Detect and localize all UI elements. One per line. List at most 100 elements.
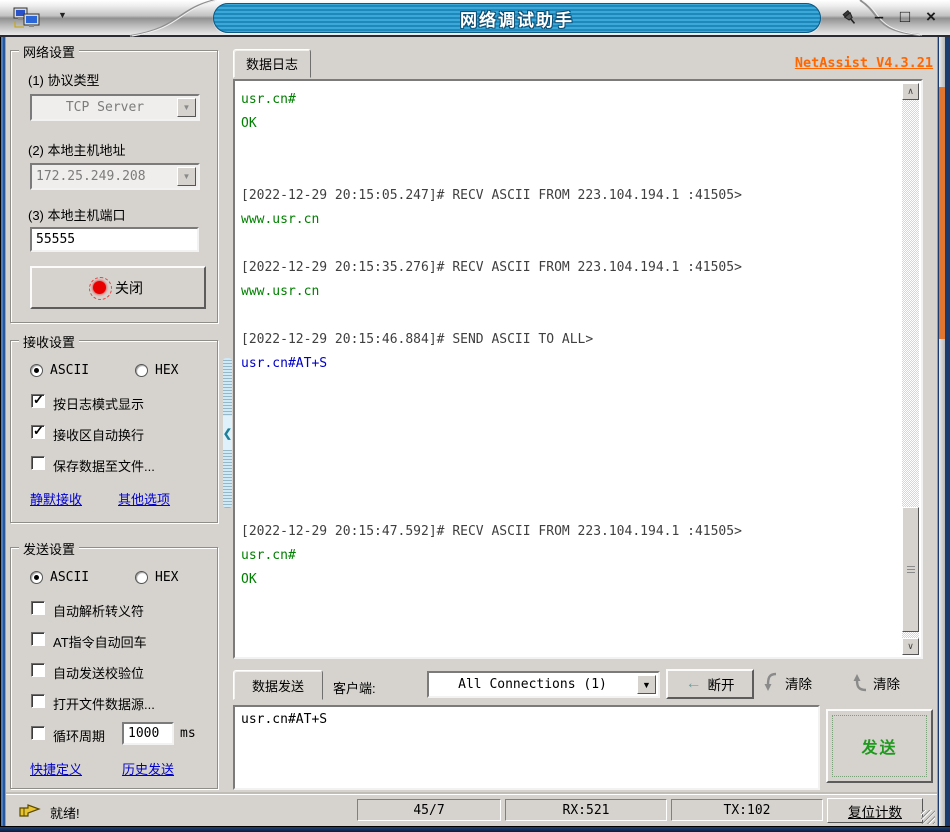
window-bottom-border [0, 826, 950, 832]
cycle-unit: ms [180, 726, 196, 741]
reset-count-button[interactable]: 复位计数 [827, 798, 923, 823]
host-label: (2) 本地主机地址 [28, 143, 126, 158]
status-count-panel: 45/7 [357, 799, 501, 821]
shortcut-define-link[interactable]: 快捷定义 [30, 759, 82, 778]
cycle-checkbox[interactable] [31, 726, 45, 740]
at-cr-checkbox[interactable] [31, 632, 45, 646]
close-button[interactable]: × [920, 4, 942, 30]
resize-grip[interactable] [921, 810, 935, 824]
connection-dropdown-icon[interactable]: ▼ [637, 675, 656, 694]
app-window: ▼ 网络调试助手 – □ × 网络设置 (1) 协议类型 TCP Server … [0, 0, 950, 832]
log-line: usr.cn# [241, 92, 296, 107]
save-to-file-checkbox[interactable] [31, 456, 45, 470]
disconnect-label: 断开 [707, 678, 735, 693]
clear-recv-button[interactable]: 清除 [763, 672, 812, 693]
scrollbar-thumb[interactable] [902, 507, 919, 632]
recv-hex-radio[interactable] [135, 364, 148, 377]
log-line: [2022-12-29 20:15:35.276]# RECV ASCII FR… [241, 260, 742, 275]
send-button[interactable]: 发送 [826, 709, 933, 783]
checksum-checkbox[interactable] [31, 663, 45, 677]
protocol-select[interactable]: TCP Server ▼ [30, 94, 200, 121]
log-mode-checkbox[interactable] [31, 392, 45, 408]
app-icon[interactable] [13, 7, 47, 31]
data-log-area[interactable]: usr.cn# OK [2022-12-29 20:15:05.247]# REC… [233, 79, 923, 659]
file-source-checkbox[interactable] [31, 694, 45, 708]
close-connection-label: 关闭 [115, 279, 143, 296]
recv-ascii-radio[interactable] [30, 364, 43, 377]
clear-recv-label: 清除 [785, 676, 812, 692]
log-scrollbar[interactable]: ∧ ∨ [902, 83, 919, 655]
send-button-label: 发送 [861, 740, 898, 757]
close-connection-button[interactable]: 关闭 [30, 266, 206, 309]
log-line: OK [241, 572, 257, 587]
host-select[interactable]: 172.25.249.208 ▼ [30, 163, 200, 190]
reset-count-label: 复位计数 [848, 804, 902, 820]
clear-send-label: 清除 [873, 676, 900, 692]
window-right-border [937, 37, 950, 832]
log-line: www.usr.cn [241, 212, 320, 227]
panel-splitter[interactable]: ❮ [223, 358, 232, 508]
port-input[interactable] [30, 227, 199, 252]
escape-parse-label: 自动解析转义符 [53, 604, 145, 619]
scroll-up-icon[interactable]: ∧ [902, 83, 919, 100]
maximize-button[interactable]: □ [894, 4, 916, 30]
titlebar-menu-arrow-icon[interactable]: ▼ [58, 10, 67, 20]
collapse-panel-icon[interactable]: ❮ [223, 416, 232, 450]
send-hex-radio[interactable] [135, 571, 148, 584]
connection-status-icon [89, 277, 112, 300]
checksum-label: 自动发送校验位 [53, 666, 145, 681]
send-settings-title: 发送设置 [19, 539, 80, 558]
send-ascii-radio[interactable] [30, 571, 43, 584]
auto-wrap-checkbox[interactable] [31, 423, 45, 439]
tab-data-send-label: 数据发送 [251, 678, 304, 694]
tab-data-send[interactable]: 数据发送 [233, 670, 323, 700]
host-value: 172.25.249.208 [32, 165, 198, 188]
disconnect-button[interactable]: ← 断开 [666, 669, 754, 699]
status-ready-text: 就绪! [50, 806, 80, 821]
clear-send-button[interactable]: 清除 [851, 672, 900, 693]
silent-recv-link[interactable]: 静默接收 [30, 489, 82, 508]
disconnect-arrow-icon: ← [685, 675, 702, 692]
log-line: usr.cn# [241, 548, 296, 563]
save-to-file-label: 保存数据至文件... [53, 459, 155, 474]
log-lines: usr.cn# OK [2022-12-29 20:15:05.247]# REC… [237, 83, 901, 655]
protocol-dropdown-icon[interactable]: ▼ [177, 98, 196, 117]
connection-select[interactable]: All Connections (1) ▼ [427, 671, 660, 698]
host-dropdown-icon[interactable]: ▼ [177, 167, 196, 186]
client-label: 客户端: [333, 681, 376, 696]
clear-send-arrow-icon [853, 674, 867, 692]
history-send-link[interactable]: 历史发送 [122, 759, 174, 778]
tab-data-log[interactable]: 数据日志 [233, 49, 311, 78]
log-line: [2022-12-29 20:15:05.247]# RECV ASCII FR… [241, 188, 742, 203]
version-link[interactable]: NetAssist V4.3.21 [733, 55, 933, 71]
file-source-label: 打开文件数据源... [53, 697, 155, 712]
log-line: [2022-12-29 20:15:47.592]# RECV ASCII FR… [241, 524, 742, 539]
minimize-button[interactable]: – [868, 4, 890, 30]
auto-wrap-label: 接收区自动换行 [53, 428, 145, 443]
status-rx-panel: RX:521 [505, 799, 667, 821]
other-options-link[interactable]: 其他选项 [118, 489, 170, 508]
titlebar[interactable]: ▼ 网络调试助手 – □ × [0, 0, 950, 37]
scroll-down-icon[interactable]: ∨ [902, 638, 919, 655]
at-cr-label: AT指令自动回车 [53, 635, 147, 650]
recv-hex-label: HEX [155, 363, 179, 378]
recv-ascii-label: ASCII [50, 363, 90, 378]
escape-parse-checkbox[interactable] [31, 601, 45, 615]
port-label: (3) 本地主机端口 [28, 208, 126, 223]
cycle-period-input[interactable] [122, 722, 174, 745]
send-input[interactable]: usr.cn#AT+S [233, 705, 820, 790]
window-left-border [0, 37, 6, 826]
send-ascii-label: ASCII [50, 570, 90, 585]
protocol-value: TCP Server [32, 96, 198, 119]
log-line: [2022-12-29 20:15:46.884]# SEND ASCII TO… [241, 332, 594, 347]
log-line: OK [241, 116, 257, 131]
protocol-label: (1) 协议类型 [28, 73, 100, 88]
clear-recv-arrow-icon [764, 672, 777, 691]
